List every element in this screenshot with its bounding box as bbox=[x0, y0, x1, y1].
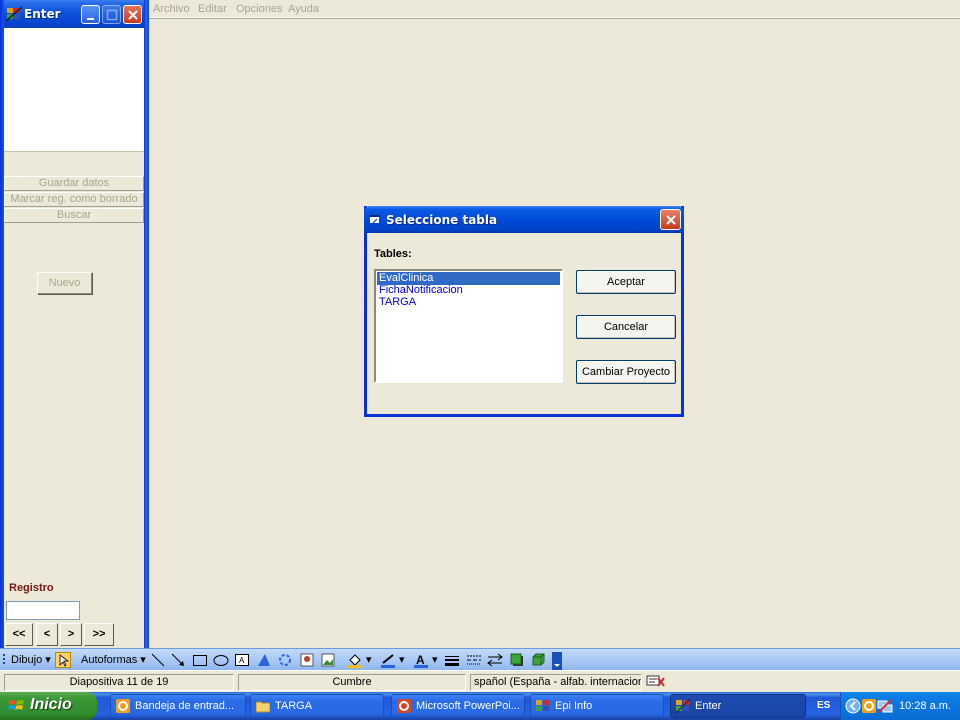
marcar-borrado-button[interactable]: Marcar reg. como borrado bbox=[4, 192, 144, 207]
powerpoint-icon bbox=[397, 699, 411, 713]
line-style-icon[interactable] bbox=[444, 652, 460, 668]
dialog-close-button[interactable] bbox=[660, 209, 681, 230]
epiinfo-icon bbox=[536, 699, 550, 713]
arrow-icon[interactable] bbox=[170, 652, 186, 668]
rectangle-icon[interactable] bbox=[192, 652, 208, 668]
task-enter[interactable]: Enter bbox=[670, 694, 806, 718]
drawing-toolbar: Dibujo ▾ Autoformas ▾ A ▾ ▾ A ▾ bbox=[0, 648, 960, 670]
svg-text:A: A bbox=[239, 656, 245, 665]
start-label: Inicio bbox=[30, 696, 72, 713]
close-button[interactable] bbox=[123, 5, 142, 24]
task-label: Epi Info bbox=[555, 700, 593, 712]
taskbar: Inicio Bandeja de entrad... TARGA Micros… bbox=[0, 692, 960, 720]
menu-archivo[interactable]: Archivo bbox=[153, 3, 190, 15]
diagram-icon[interactable] bbox=[277, 652, 293, 668]
folder-icon bbox=[255, 699, 271, 713]
select-pointer-icon[interactable] bbox=[55, 652, 71, 668]
registro-label: Registro bbox=[9, 582, 54, 594]
prev-record-button[interactable]: < bbox=[36, 623, 58, 646]
statusbar: Diapositiva 11 de 19 Cumbre spañol (Espa… bbox=[0, 670, 960, 692]
aceptar-button[interactable]: Aceptar bbox=[576, 270, 676, 294]
clipart-icon[interactable] bbox=[299, 652, 315, 668]
list-item[interactable]: TARGA bbox=[377, 296, 560, 309]
maximize-button[interactable] bbox=[102, 5, 121, 24]
epiinfo-app-icon[interactable] bbox=[5, 6, 23, 22]
task-label: Microsoft PowerPoi... bbox=[416, 700, 520, 712]
dialog-titlebar[interactable]: Seleccione tabla bbox=[364, 206, 684, 233]
enter-titlebar[interactable]: Enter bbox=[4, 0, 144, 28]
registro-input[interactable] bbox=[6, 601, 80, 620]
fill-color-icon[interactable] bbox=[347, 652, 363, 668]
picture-icon[interactable] bbox=[320, 652, 336, 668]
oval-icon[interactable] bbox=[213, 652, 229, 668]
next-record-button[interactable]: > bbox=[60, 623, 82, 646]
seleccione-tabla-dialog: Seleccione tabla Tables: EvalClinica Fic… bbox=[364, 206, 684, 417]
task-label: Bandeja de entrad... bbox=[135, 700, 235, 712]
panel-splitter bbox=[144, 0, 149, 648]
dash-style-icon[interactable] bbox=[466, 652, 482, 668]
task-epiinfo[interactable]: Epi Info bbox=[530, 694, 664, 718]
status-design-name: Cumbre bbox=[238, 674, 466, 691]
start-button[interactable]: Inicio bbox=[0, 692, 97, 720]
windows-logo-icon bbox=[8, 698, 26, 714]
nuevo-button[interactable]: Nuevo bbox=[37, 272, 92, 294]
font-color-dropdown[interactable]: ▾ bbox=[432, 653, 438, 666]
minimize-button[interactable] bbox=[81, 5, 100, 24]
tables-label: Tables: bbox=[374, 248, 412, 260]
menubar: Archivo Editar Opciones Ayuda bbox=[149, 0, 960, 18]
system-tray: 10:28 a.m. bbox=[840, 692, 960, 720]
tray-outlook-icon[interactable] bbox=[861, 698, 877, 714]
svg-text:A: A bbox=[416, 653, 425, 667]
clock[interactable]: 10:28 a.m. bbox=[899, 700, 951, 712]
tray-expand-icon[interactable] bbox=[845, 698, 861, 714]
language-indicator[interactable]: ES bbox=[817, 700, 830, 711]
status-slide-number: Diapositiva 11 de 19 bbox=[4, 674, 234, 691]
line-color-icon[interactable] bbox=[380, 652, 396, 668]
tables-listbox[interactable]: EvalClinica FichaNotificacion TARGA bbox=[374, 269, 563, 383]
first-record-button[interactable]: << bbox=[5, 623, 33, 646]
textbox-icon[interactable]: A bbox=[234, 652, 250, 668]
dibujo-menu[interactable]: Dibujo ▾ bbox=[11, 653, 51, 666]
fill-color-dropdown[interactable]: ▾ bbox=[366, 653, 372, 666]
dialog-title: Seleccione tabla bbox=[386, 213, 498, 227]
wordart-icon[interactable] bbox=[256, 652, 272, 668]
autoformas-label: Autoformas bbox=[81, 654, 138, 666]
dialog-body: Tables: EvalClinica FichaNotificacion TA… bbox=[367, 233, 681, 414]
shadow-style-icon[interactable] bbox=[509, 652, 525, 668]
window-title: Enter bbox=[24, 7, 61, 21]
arrow-style-icon[interactable] bbox=[487, 652, 503, 668]
menu-opciones[interactable]: Opciones bbox=[236, 3, 282, 15]
last-record-button[interactable]: >> bbox=[84, 623, 114, 646]
toolbar-options-icon[interactable] bbox=[552, 652, 562, 670]
menu-ayuda[interactable]: Ayuda bbox=[288, 3, 319, 15]
tray-network-icon[interactable] bbox=[877, 698, 893, 714]
menu-editar[interactable]: Editar bbox=[198, 3, 227, 15]
task-powerpoint[interactable]: Microsoft PowerPoi... bbox=[391, 694, 525, 718]
line-icon[interactable] bbox=[150, 652, 166, 668]
status-language: spañol (España - alfab. internacional bbox=[470, 674, 642, 691]
task-bandeja[interactable]: Bandeja de entrad... bbox=[110, 694, 246, 718]
task-label: TARGA bbox=[275, 700, 313, 712]
task-label: Enter bbox=[695, 700, 722, 712]
cancelar-button[interactable]: Cancelar bbox=[576, 315, 676, 339]
task-targa[interactable]: TARGA bbox=[250, 694, 384, 718]
dibujo-label: Dibujo bbox=[11, 654, 43, 666]
record-view-area bbox=[4, 28, 144, 152]
menubar-divider bbox=[149, 18, 960, 19]
autoformas-menu[interactable]: Autoformas ▾ bbox=[81, 653, 146, 666]
line-color-dropdown[interactable]: ▾ bbox=[399, 653, 405, 666]
dialog-app-icon bbox=[369, 213, 381, 225]
3d-style-icon[interactable] bbox=[530, 652, 546, 668]
spellcheck-icon[interactable] bbox=[646, 673, 665, 689]
buscar-button[interactable]: Buscar bbox=[4, 208, 144, 223]
guardar-datos-button[interactable]: Guardar datos bbox=[4, 176, 144, 191]
epiinfo-enter-icon bbox=[675, 698, 691, 714]
toolbar-grip-icon bbox=[3, 652, 6, 668]
outlook-icon bbox=[116, 699, 130, 713]
left-panel: Enter Guardar datos Marcar reg. como bor… bbox=[4, 0, 144, 648]
font-color-icon[interactable]: A bbox=[413, 652, 429, 668]
enter-window: Enter Guardar datos Marcar reg. como bor… bbox=[0, 0, 960, 648]
cambiar-proyecto-button[interactable]: Cambiar Proyecto bbox=[576, 360, 676, 384]
